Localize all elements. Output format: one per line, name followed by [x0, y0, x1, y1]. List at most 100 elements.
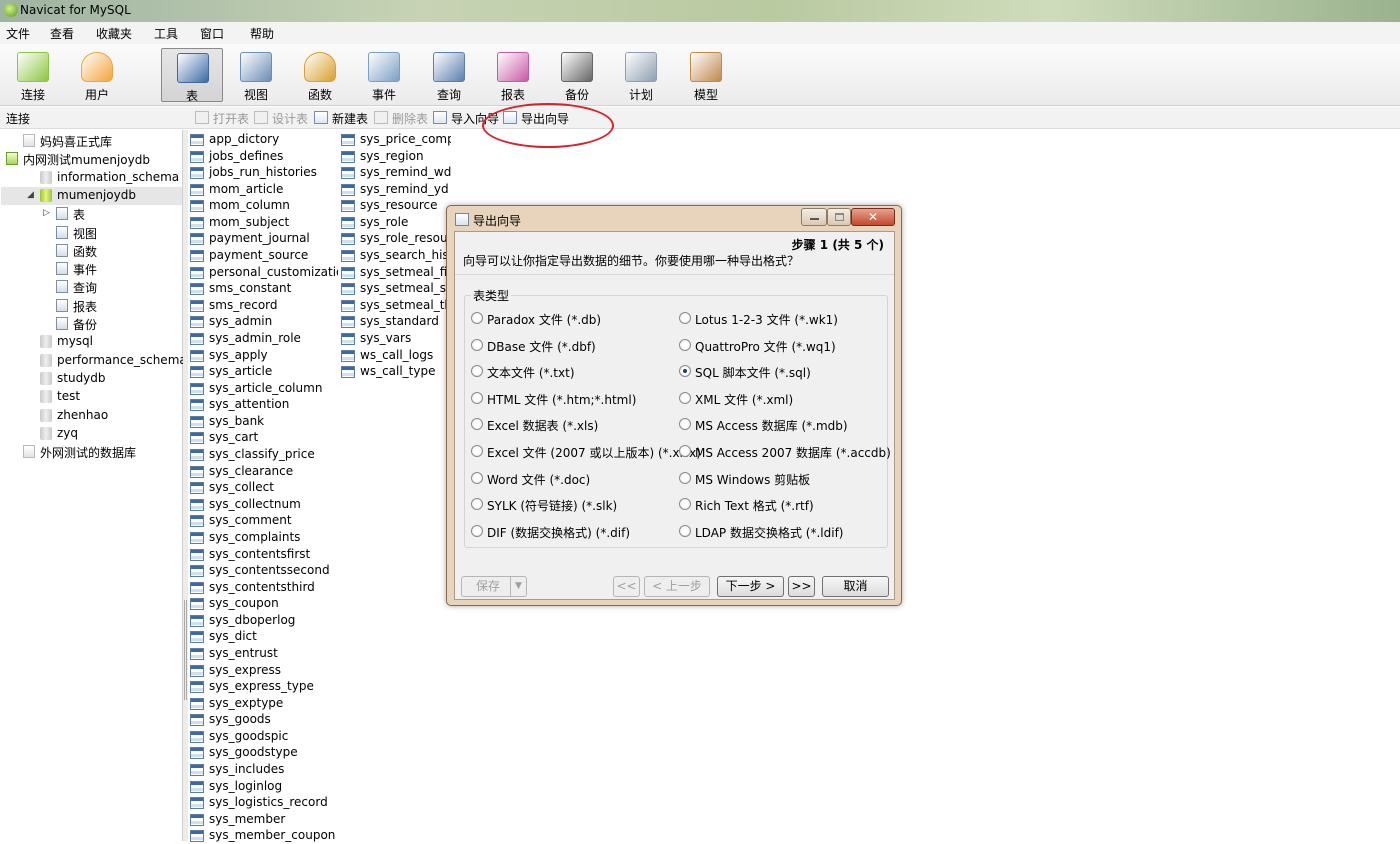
table-list-item[interactable]: sys_coupon: [190, 596, 338, 612]
table-list-item[interactable]: payment_journal: [190, 231, 338, 247]
table-list-item[interactable]: app_dictory: [190, 132, 338, 148]
menu-favorites[interactable]: 收藏夹: [96, 25, 132, 42]
radio-button[interactable]: [679, 338, 691, 351]
table-list-item[interactable]: sys_goodspic: [190, 729, 338, 745]
table-list-item[interactable]: mom_article: [190, 182, 338, 198]
table-list-item[interactable]: sys_cart: [190, 430, 338, 446]
previous-step-button[interactable]: < 上一步: [644, 576, 710, 597]
table-list-item[interactable]: sys_search_history: [341, 248, 451, 264]
new-table-button[interactable]: 新建表: [312, 110, 368, 126]
table-list-item[interactable]: sys_setmeal_first: [341, 265, 451, 281]
table-list-item[interactable]: sys_contentsfirst: [190, 547, 338, 563]
table-list-item[interactable]: sys_entrust: [190, 646, 338, 662]
radio-button[interactable]: [471, 471, 483, 484]
table-list-item[interactable]: sys_contentsthird: [190, 580, 338, 596]
table-list-item[interactable]: sys_member_coupon: [190, 828, 338, 844]
table-list-item[interactable]: sys_loginlog: [190, 779, 338, 795]
table-list-item[interactable]: sys_exptype: [190, 696, 338, 712]
table-list-item[interactable]: sys_resource: [341, 198, 451, 214]
expand-arrow-icon[interactable]: ▷: [43, 208, 50, 218]
table-list-item[interactable]: personal_customization: [190, 265, 338, 281]
table-list-item[interactable]: sys_apply: [190, 348, 338, 364]
table-list-item[interactable]: sys_price_comparison: [341, 132, 451, 148]
first-step-button[interactable]: <<: [613, 576, 640, 597]
cancel-button[interactable]: 取消: [822, 576, 889, 597]
table-list-item[interactable]: sys_admin: [190, 314, 338, 330]
save-button[interactable]: 保存 ▼: [461, 576, 527, 597]
table-list-item[interactable]: mom_column: [190, 198, 338, 214]
radio-button[interactable]: [471, 498, 483, 511]
table-list-item[interactable]: sms_constant: [190, 281, 338, 297]
radio-button[interactable]: [471, 391, 483, 404]
table-list-item[interactable]: sys_express_type: [190, 679, 338, 695]
maximize-button[interactable]: [827, 208, 851, 226]
toolbar-function-button[interactable]: 函数: [289, 48, 351, 102]
table-list-item[interactable]: sys_setmeal_third: [341, 298, 451, 314]
table-list-item[interactable]: sys_collect: [190, 480, 338, 496]
radio-button[interactable]: [471, 312, 483, 324]
toolbar-schedule-button[interactable]: 计划: [610, 48, 672, 102]
open-table-button[interactable]: 打开表: [193, 110, 249, 126]
last-step-button[interactable]: >>: [788, 576, 815, 597]
table-list-item[interactable]: sys_vars: [341, 331, 451, 347]
table-list-item[interactable]: payment_source: [190, 248, 338, 264]
table-list-item[interactable]: sys_includes: [190, 762, 338, 778]
table-list-item[interactable]: sys_remind_wd: [341, 165, 451, 181]
table-list-item[interactable]: sys_classify_price: [190, 447, 338, 463]
toolbar-report-button[interactable]: 报表: [482, 48, 544, 102]
table-list-item[interactable]: sys_dboperlog: [190, 613, 338, 629]
menu-window[interactable]: 窗口: [200, 25, 224, 42]
toolbar-model-button[interactable]: 模型: [675, 48, 737, 102]
table-list-item[interactable]: ws_call_type: [341, 364, 451, 380]
table-list-item[interactable]: sys_collectnum: [190, 497, 338, 513]
toolbar-table-button[interactable]: 表: [161, 48, 223, 103]
table-list-item[interactable]: sys_express: [190, 663, 338, 679]
radio-button[interactable]: [679, 471, 691, 484]
table-list-item[interactable]: sys_attention: [190, 397, 338, 413]
radio-button[interactable]: [471, 338, 483, 351]
minimize-button[interactable]: [801, 208, 827, 226]
table-list-item[interactable]: sys_dict: [190, 629, 338, 645]
toolbar-connection-button[interactable]: 连接: [2, 48, 64, 102]
table-list-item[interactable]: jobs_run_histories: [190, 165, 338, 181]
table-list-item[interactable]: sys_remind_yd: [341, 182, 451, 198]
menu-file[interactable]: 文件: [6, 25, 30, 42]
table-list-item[interactable]: sys_complaints: [190, 530, 338, 546]
menu-help[interactable]: 帮助: [250, 25, 274, 42]
table-list-item[interactable]: jobs_defines: [190, 149, 338, 165]
radio-button[interactable]: [679, 418, 691, 431]
radio-button[interactable]: [471, 365, 483, 378]
toolbar-view-button[interactable]: 视图: [225, 48, 287, 102]
table-list-item[interactable]: sys_article_column: [190, 381, 338, 397]
radio-button[interactable]: [679, 445, 691, 457]
radio-button[interactable]: [471, 445, 483, 457]
close-button[interactable]: ✕: [851, 208, 895, 226]
toolbar-user-button[interactable]: 用户: [66, 48, 128, 102]
table-list-item[interactable]: mom_subject: [190, 215, 338, 231]
table-list-item[interactable]: sys_logistics_record: [190, 795, 338, 811]
table-list-item[interactable]: sys_role: [341, 215, 451, 231]
design-table-button[interactable]: 设计表: [252, 110, 308, 126]
table-list-item[interactable]: sys_comment: [190, 513, 338, 529]
table-list-item[interactable]: sys_region: [341, 149, 451, 165]
table-list-item[interactable]: sys_role_resource: [341, 231, 451, 247]
delete-table-button[interactable]: 删除表: [372, 110, 428, 126]
radio-button[interactable]: [679, 524, 691, 537]
table-list-item[interactable]: sys_goods: [190, 712, 338, 728]
table-list-item[interactable]: sys_contentssecond: [190, 563, 338, 579]
radio-button[interactable]: [471, 418, 483, 431]
radio-button[interactable]: [471, 524, 483, 537]
collapse-arrow-icon[interactable]: ◢: [27, 190, 34, 200]
table-list-item[interactable]: sys_setmeal_second: [341, 281, 451, 297]
radio-button[interactable]: [679, 498, 691, 511]
table-list-item[interactable]: sys_standard: [341, 314, 451, 330]
toolbar-backup-button[interactable]: 备份: [546, 48, 608, 102]
radio-button[interactable]: [679, 365, 691, 378]
toolbar-query-button[interactable]: 查询: [418, 48, 480, 102]
menu-tools[interactable]: 工具: [154, 25, 178, 42]
table-list-item[interactable]: sys_admin_role: [190, 331, 338, 347]
toolbar-event-button[interactable]: 事件: [353, 48, 415, 102]
table-list-item[interactable]: sys_clearance: [190, 464, 338, 480]
table-list-item[interactable]: sys_article: [190, 364, 338, 380]
table-list-item[interactable]: ws_call_logs: [341, 348, 451, 364]
